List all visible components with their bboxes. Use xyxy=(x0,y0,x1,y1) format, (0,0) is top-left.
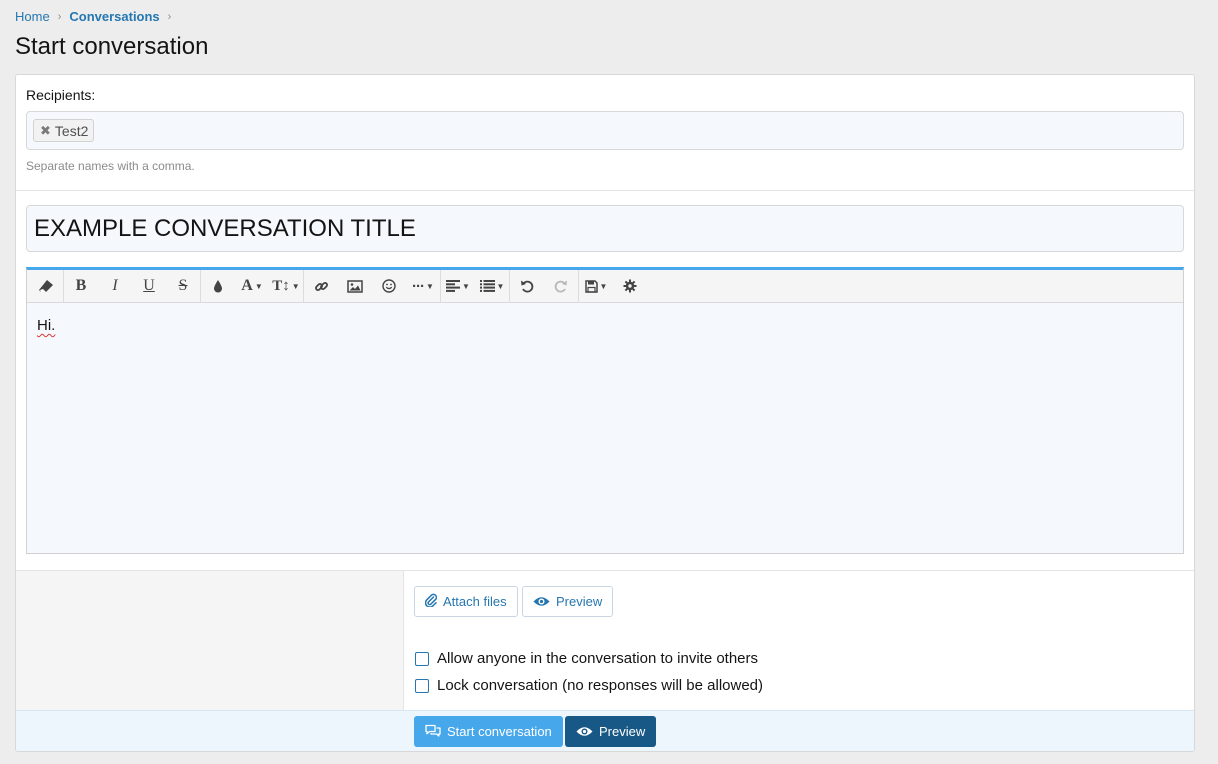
recipients-label: Recipients: xyxy=(26,87,96,103)
option-open-invite[interactable]: Allow anyone in the conversation to invi… xyxy=(415,650,758,667)
image-icon[interactable] xyxy=(338,270,372,303)
chevron-right-icon: › xyxy=(57,10,62,23)
italic-icon[interactable]: I xyxy=(98,270,132,303)
editor-toolbar: B I U S A ▼ T↕ ▼ ··· ▼ ▼ ▼ ▼ xyxy=(27,269,1183,303)
form-submit-row: Start conversation Preview xyxy=(16,710,1194,751)
eye-icon xyxy=(533,594,550,610)
breadcrumb: Home › Conversations › xyxy=(15,9,179,24)
bold-icon[interactable]: B xyxy=(64,270,98,303)
align-icon[interactable]: ▼ xyxy=(441,270,475,303)
conversation-form: Recipients: ✖ Test2 Separate names with … xyxy=(15,74,1195,752)
chevron-right-icon: › xyxy=(167,10,172,23)
recipient-token[interactable]: ✖ Test2 xyxy=(33,119,95,142)
open-invite-checkbox[interactable] xyxy=(415,651,429,666)
conversation-title-input[interactable]: EXAMPLE CONVERSATION TITLE xyxy=(26,205,1184,252)
undo-icon[interactable] xyxy=(510,270,544,303)
recipients-hint: Separate names with a comma. xyxy=(26,159,195,173)
recipient-token-label: Test2 xyxy=(54,122,89,139)
preview-button[interactable]: Preview xyxy=(522,586,614,617)
options-label-column xyxy=(16,571,404,710)
recipients-input[interactable]: ✖ Test2 xyxy=(26,111,1184,150)
start-conversation-label: Start conversation xyxy=(447,724,552,739)
option-lock[interactable]: Lock conversation (no responses will be … xyxy=(415,677,763,694)
more-options-icon[interactable]: ··· ▼ xyxy=(406,270,440,303)
lock-label[interactable]: Lock conversation (no responses will be … xyxy=(437,677,763,694)
text-color-icon[interactable] xyxy=(201,270,235,303)
breadcrumb-conversations-link[interactable]: Conversations xyxy=(69,9,159,24)
attach-files-button[interactable]: Attach files xyxy=(414,586,518,617)
eraser-icon[interactable] xyxy=(29,270,63,303)
attach-files-label: Attach files xyxy=(443,594,507,609)
chat-bubbles-icon xyxy=(425,724,441,740)
divider xyxy=(16,190,1194,191)
eye-icon xyxy=(576,724,593,740)
link-icon[interactable] xyxy=(304,270,338,303)
remove-recipient-icon[interactable]: ✖ xyxy=(40,123,51,139)
list-icon[interactable]: ▼ xyxy=(475,270,509,303)
start-conversation-button[interactable]: Start conversation xyxy=(414,716,563,747)
strikethrough-icon[interactable]: S xyxy=(166,270,200,303)
open-invite-label[interactable]: Allow anyone in the conversation to invi… xyxy=(437,650,758,667)
font-size-icon[interactable]: T↕ ▼ xyxy=(269,270,303,303)
preview-primary-label: Preview xyxy=(599,724,646,739)
message-editor-body[interactable]: Hi. xyxy=(27,303,1183,348)
lock-checkbox[interactable] xyxy=(415,678,429,693)
breadcrumb-home-link[interactable]: Home xyxy=(15,9,50,24)
redo-icon[interactable] xyxy=(544,270,578,303)
message-text: Hi. xyxy=(37,317,56,334)
preview-label: Preview xyxy=(556,594,603,609)
font-family-icon[interactable]: A ▼ xyxy=(235,270,269,303)
page-title: Start conversation xyxy=(15,33,209,60)
preview-primary-button[interactable]: Preview xyxy=(565,716,657,747)
paperclip-icon xyxy=(424,593,438,610)
message-editor: B I U S A ▼ T↕ ▼ ··· ▼ ▼ ▼ ▼ Hi. xyxy=(26,267,1184,554)
smiley-icon[interactable] xyxy=(372,270,406,303)
drafts-icon[interactable]: ▼ xyxy=(579,270,613,303)
underline-icon[interactable]: U xyxy=(132,270,166,303)
settings-icon[interactable] xyxy=(613,270,647,303)
